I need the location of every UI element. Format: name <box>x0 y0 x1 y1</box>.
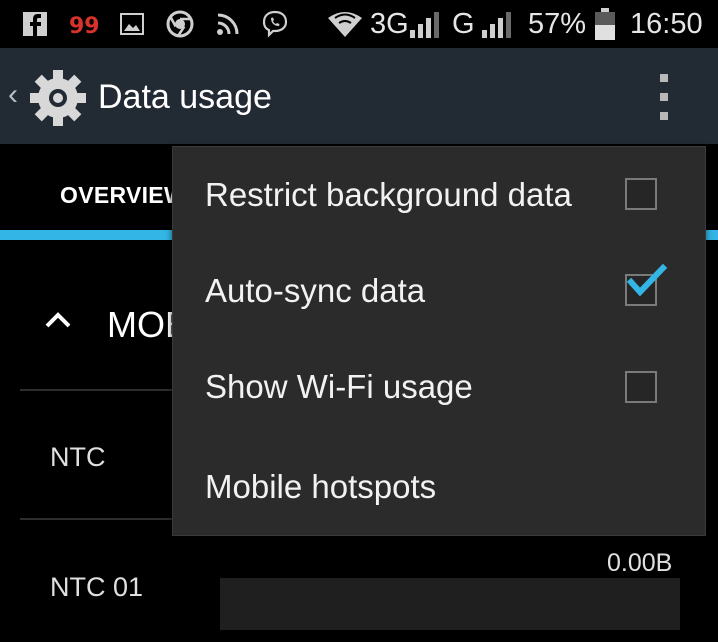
checkmark-icon <box>626 263 668 297</box>
signal-icon-2 <box>480 10 514 38</box>
up-caret-icon[interactable]: ‹ <box>8 79 18 111</box>
menu-item-label: Auto-sync data <box>205 272 426 309</box>
network-g-label: G <box>452 8 475 40</box>
viber-icon <box>260 10 290 38</box>
settings-gear-icon[interactable] <box>28 68 88 128</box>
image-icon <box>120 10 144 38</box>
usage-value: 0.00B <box>607 549 673 577</box>
menu-item-auto-sync-data[interactable]: Auto-sync data <box>173 244 705 341</box>
battery-icon <box>594 8 616 40</box>
overflow-popup-menu: Restrict background data Auto-sync data … <box>172 146 706 536</box>
menu-item-mobile-hotspots[interactable]: Mobile hotspots <box>173 438 705 535</box>
svg-text:99: 99 <box>69 14 98 37</box>
clock: 16:50 <box>630 8 703 40</box>
wifi-icon <box>326 10 364 38</box>
facebook-icon <box>22 10 48 38</box>
show-wifi-usage-checkbox[interactable] <box>625 371 657 403</box>
network-3g-label: 3G <box>370 8 409 40</box>
chrome-icon <box>166 10 194 38</box>
auto-sync-data-checkbox[interactable] <box>625 263 668 306</box>
tab-overview[interactable]: OVERVIEW <box>60 181 186 209</box>
action-bar: ‹ Data usage <box>0 48 718 144</box>
status-bar: 99 3G G 57% 16:50 <box>0 0 718 48</box>
overflow-menu-icon[interactable] <box>652 74 676 120</box>
list-item-ntc-01[interactable]: NTC 01 <box>50 572 143 602</box>
menu-item-label: Restrict background data <box>205 176 572 213</box>
menu-item-label: Mobile hotspots <box>205 468 437 505</box>
menu-item-label: Show Wi-Fi usage <box>205 368 473 405</box>
signal-icon <box>408 10 442 38</box>
restrict-background-data-checkbox[interactable] <box>625 178 657 210</box>
battery-percent: 57% <box>528 8 587 40</box>
chevron-up-icon[interactable] <box>42 308 74 332</box>
rss-icon <box>216 10 240 38</box>
menu-item-show-wifi-usage[interactable]: Show Wi-Fi usage <box>173 341 705 438</box>
notification-icon: 99 <box>68 10 98 38</box>
list-item-ntc[interactable]: NTC <box>50 442 106 472</box>
menu-item-restrict-background-data[interactable]: Restrict background data <box>173 147 705 244</box>
page-title: Data usage <box>98 78 272 116</box>
usage-bar <box>220 578 680 630</box>
